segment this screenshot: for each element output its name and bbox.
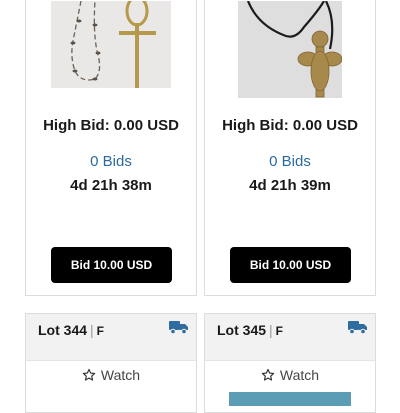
lot-header: Lot 344 | F (26, 314, 196, 361)
time-left: 4d 21h 39m (249, 177, 331, 194)
lot-card: Lot 345 | F Watch (204, 313, 376, 413)
bid-button[interactable]: Bid 10.00 USD (230, 247, 351, 283)
bids-link[interactable]: 0 Bids (205, 153, 375, 171)
truck-icon (348, 321, 367, 335)
lot-flag: F (275, 324, 283, 338)
watch-label: Watch (279, 367, 320, 383)
lot-image[interactable] (229, 392, 351, 406)
high-bid: High Bid: 0.00 USD (222, 117, 358, 134)
lot-image[interactable] (238, 1, 342, 98)
watch-label: Watch (100, 367, 141, 383)
lot-image[interactable] (51, 1, 171, 88)
lot-label: Lot 344 (38, 322, 88, 338)
lot-header: Lot 345 | F (205, 314, 375, 361)
lot-separator: | (90, 322, 94, 338)
watch-button[interactable]: Watch (26, 366, 196, 384)
star-icon (82, 368, 96, 381)
lot-label: Lot 345 (217, 322, 267, 338)
lot-number[interactable]: Lot 344 | F (38, 322, 104, 339)
high-bid: High Bid: 0.00 USD (43, 117, 179, 134)
lot-separator: | (269, 322, 273, 338)
lot-number[interactable]: Lot 345 | F (217, 322, 283, 339)
lot-card: High Bid: 0.00 USD 0 Bids 4d 21h 39m Bid… (204, 0, 376, 296)
lot-card: High Bid: 0.00 USD 0 Bids 4d 21h 38m Bid… (25, 0, 197, 296)
bids-link[interactable]: 0 Bids (26, 153, 196, 171)
truck-icon (169, 321, 188, 335)
bid-button[interactable]: Bid 10.00 USD (51, 247, 172, 283)
star-icon (261, 368, 275, 381)
time-left: 4d 21h 38m (70, 177, 152, 194)
lot-card: Lot 344 | F Watch (25, 313, 197, 413)
watch-button[interactable]: Watch (205, 366, 375, 384)
lot-flag: F (96, 324, 104, 338)
